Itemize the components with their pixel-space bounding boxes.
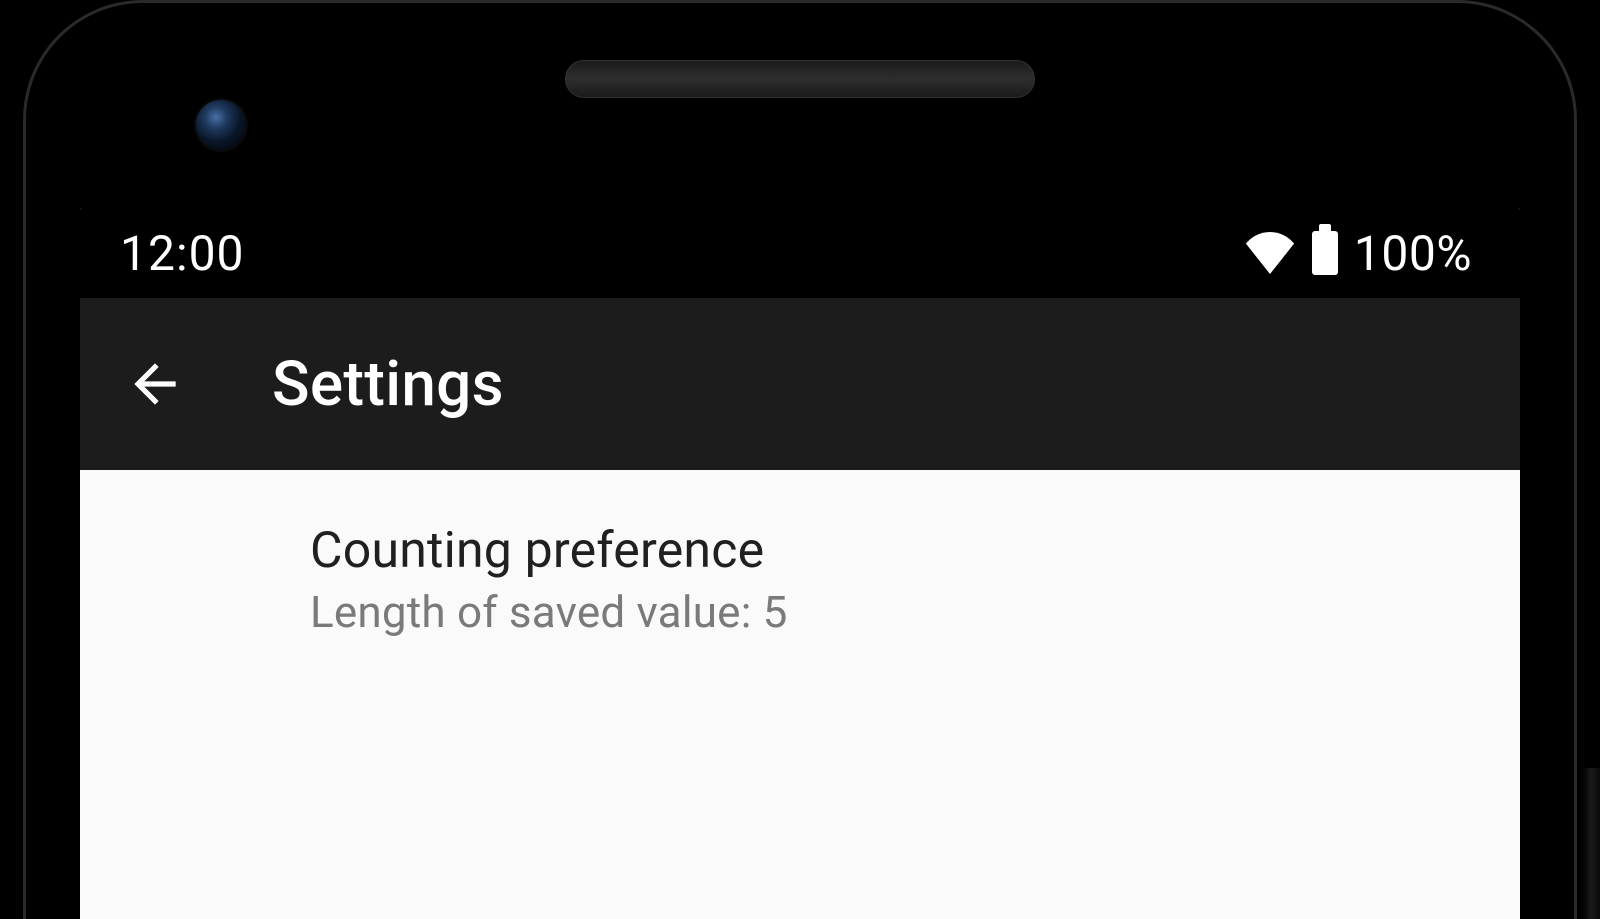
page-title: Settings <box>272 348 504 421</box>
battery-icon <box>1312 231 1338 275</box>
phone-speaker <box>565 60 1035 98</box>
preference-summary: Length of saved value: 5 <box>310 586 1470 638</box>
status-bar: 12:00 100% <box>80 208 1520 298</box>
arrow-back-icon <box>124 353 186 415</box>
counting-preference-item[interactable]: Counting preference Length of saved valu… <box>80 514 1520 658</box>
back-button[interactable] <box>124 353 186 415</box>
status-icons: 100% <box>1244 225 1472 282</box>
battery-percent: 100% <box>1354 225 1472 282</box>
preference-title: Counting preference <box>310 522 1470 580</box>
phone-side-button <box>1582 768 1600 919</box>
phone-screen: 12:00 100% Settings Counting preference <box>80 208 1520 919</box>
status-time: 12:00 <box>120 225 245 282</box>
phone-front-camera <box>194 98 248 152</box>
phone-frame: 12:00 100% Settings Counting preference <box>0 0 1600 919</box>
wifi-icon <box>1244 232 1296 274</box>
preference-list: Counting preference Length of saved valu… <box>80 470 1520 658</box>
app-bar: Settings <box>80 298 1520 470</box>
